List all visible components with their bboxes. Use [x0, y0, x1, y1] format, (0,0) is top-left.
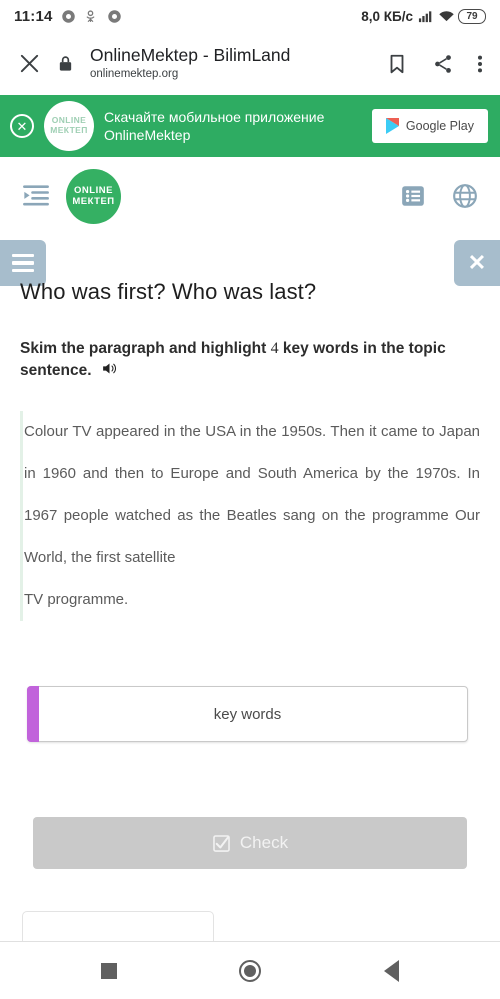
site-header: ONLINE МЕКТЕП — [0, 157, 500, 235]
wifi-icon — [438, 9, 454, 24]
indent-menu-icon[interactable] — [22, 182, 50, 210]
check-button-label: Check — [239, 833, 289, 852]
bookmark-icon[interactable] — [384, 51, 410, 77]
lesson-title: Who was first? Who was last? — [20, 279, 317, 304]
more-vertical-icon[interactable] — [476, 51, 484, 77]
paragraph-line: people watched as the Beatles sang on th… — [63, 507, 366, 524]
status-bar: 11:14 8,0 КБ/c 79 — [0, 0, 500, 32]
list-icon[interactable] — [400, 183, 426, 209]
globe-icon[interactable] — [452, 183, 478, 209]
paragraph-line: TV programme. — [24, 591, 129, 608]
banner-message: Скачайте мобильное приложение OnlineMekt… — [104, 108, 325, 143]
square-recents-icon[interactable] — [101, 962, 118, 979]
banner-logo: ONLINE МЕКТЕП — [44, 101, 94, 151]
speaker-icon[interactable] — [101, 360, 118, 377]
browser-toolbar: OnlineMektep - BilimLand onlinemektep.or… — [0, 32, 500, 95]
lock-icon[interactable] — [56, 51, 74, 77]
checkbox-icon — [212, 834, 231, 853]
dropzone-accent-bar — [27, 686, 39, 742]
page-title: OnlineMektep - BilimLand — [90, 45, 291, 66]
phone-screen: 11:14 8,0 КБ/c 79 OnlineMektep - BilimLa… — [0, 0, 500, 999]
site-header-actions — [400, 183, 478, 209]
share-icon[interactable] — [430, 51, 456, 77]
android-nav-bar — [0, 941, 500, 999]
odnoklassniki-icon — [84, 9, 99, 24]
reading-paragraph[interactable]: Colour TV appeared in the USA in the 195… — [20, 411, 480, 621]
site-logo[interactable]: ONLINE МЕКТЕП — [66, 168, 121, 224]
task-instruction: Skim the paragraph and highlight 4 key w… — [20, 338, 478, 381]
google-play-label: Google Play — [405, 119, 474, 133]
task-text-part1: Skim the paragraph and highlight — [20, 340, 271, 357]
status-bar-right: 8,0 КБ/c 79 — [361, 8, 486, 24]
network-speed: 8,0 КБ/c — [361, 8, 413, 24]
banner-logo-line2: МЕКТЕП — [50, 125, 88, 135]
google-play-button[interactable]: Google Play — [371, 109, 488, 143]
lesson-content: ✕ Who was first? Who was last? Skim the … — [0, 235, 500, 941]
chrome-icon — [107, 9, 122, 24]
task-number: 4 — [270, 340, 279, 357]
key-words-dropzone[interactable]: key words — [27, 686, 468, 742]
chrome-icon — [61, 9, 76, 24]
battery-level: 79 — [466, 10, 478, 22]
paragraph-line: Colour TV appeared in the USA in the 195… — [24, 423, 365, 440]
battery-indicator: 79 — [458, 8, 486, 24]
triangle-back-icon[interactable] — [383, 959, 399, 982]
close-icon: ✕ — [467, 250, 487, 275]
check-button[interactable]: Check — [33, 817, 467, 869]
signal-bars-icon — [418, 9, 433, 24]
next-task-card[interactable] — [22, 911, 214, 941]
banner-close-icon[interactable]: ✕ — [10, 114, 34, 138]
google-play-icon — [385, 118, 399, 134]
dropzone-label: key words — [213, 705, 282, 723]
page-url: onlinemektep.org — [90, 67, 179, 80]
browser-actions — [384, 51, 484, 77]
circle-home-icon[interactable] — [239, 959, 262, 982]
status-time: 11:14 — [14, 7, 53, 25]
hamburger-icon — [12, 253, 34, 273]
address-bar[interactable]: OnlineMektep - BilimLand onlinemektep.or… — [88, 45, 366, 81]
site-logo-line1: ONLINE — [74, 184, 113, 196]
site-logo-line2: МЕКТЕП — [72, 196, 115, 207]
app-install-banner: ✕ ONLINE МЕКТЕП Скачайте мобильное прило… — [0, 95, 500, 157]
close-icon[interactable] — [16, 51, 42, 77]
status-bar-left: 11:14 — [14, 8, 122, 25]
